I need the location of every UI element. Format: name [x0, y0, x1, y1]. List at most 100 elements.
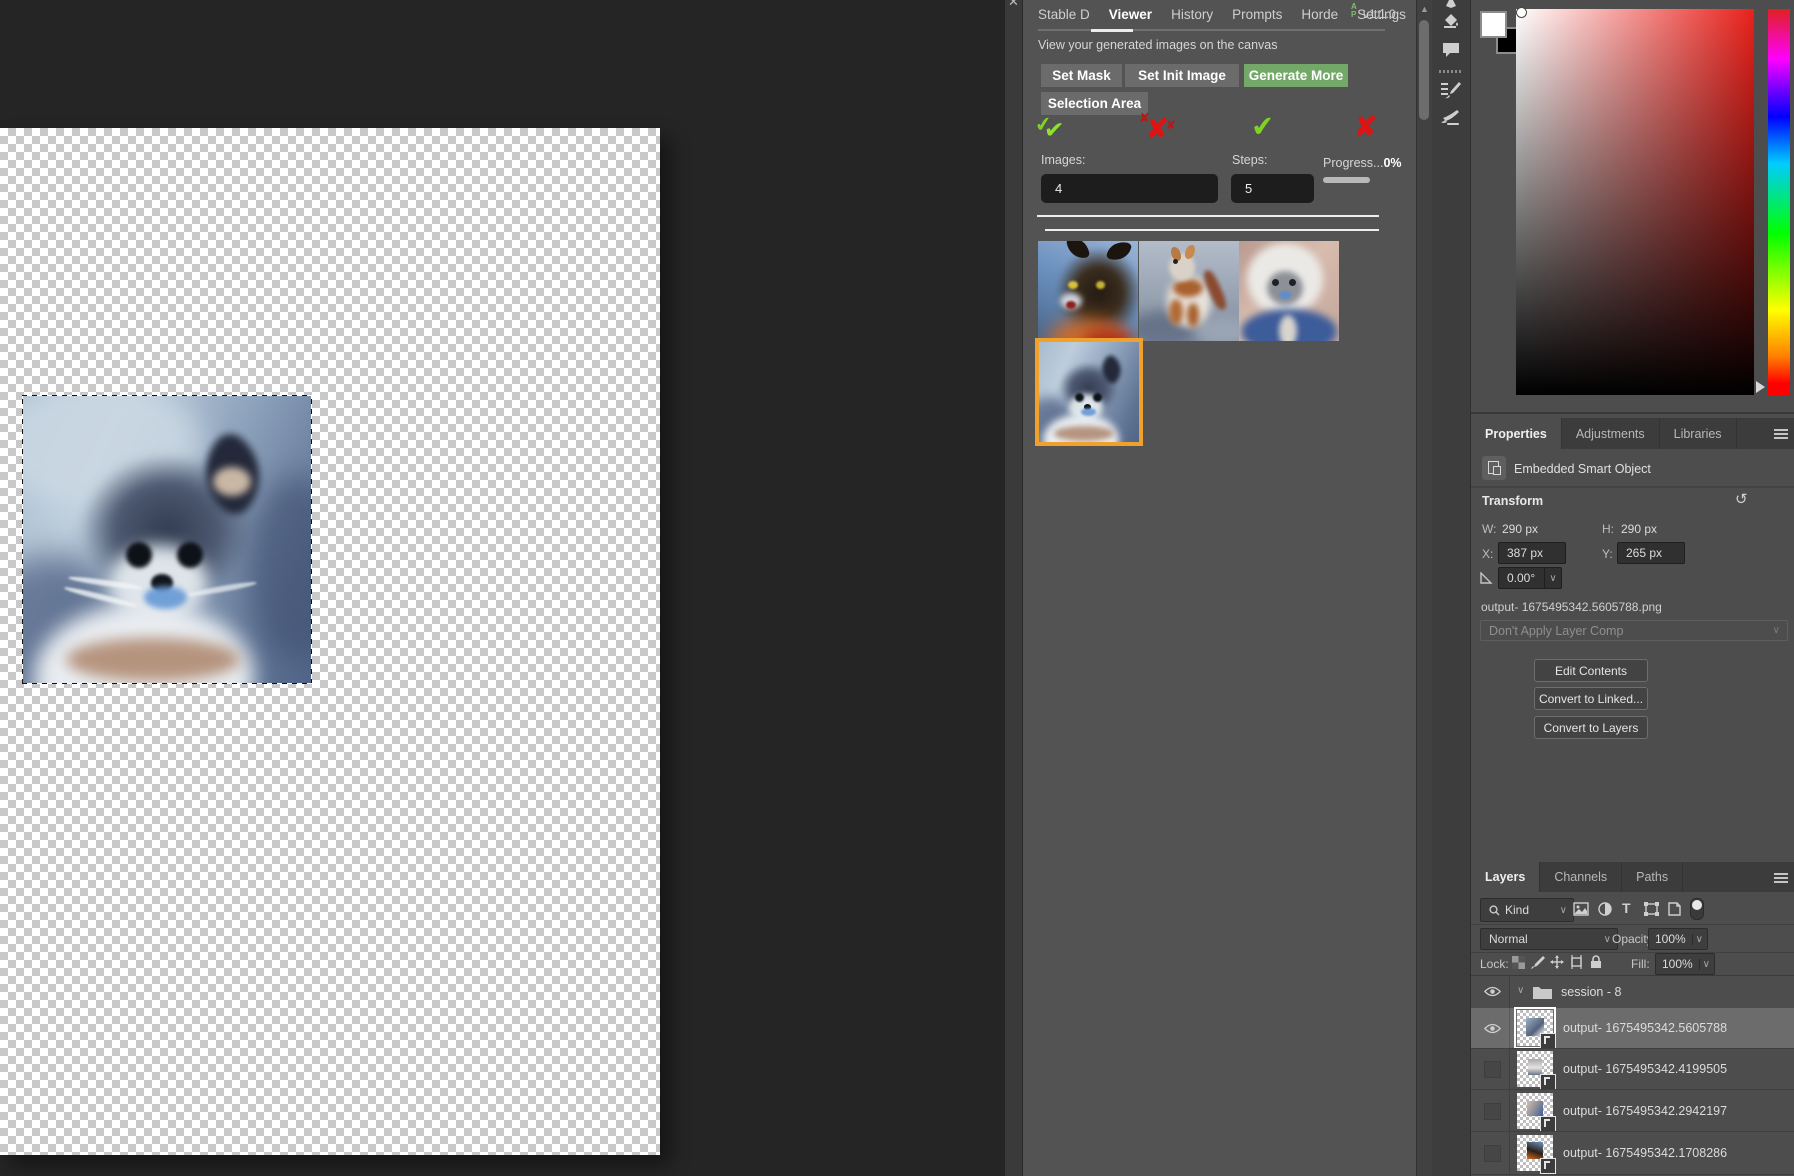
layer-name: output- 1675495342.5605788 [1563, 1021, 1727, 1035]
layer-comp-dropdown[interactable]: Don't Apply Layer Comp ∨ [1480, 620, 1788, 641]
kind-filter-dropdown[interactable]: Kind ∨ [1480, 898, 1574, 922]
tab-properties[interactable]: Properties [1471, 418, 1562, 449]
edit-contents-button[interactable]: Edit Contents [1534, 659, 1648, 682]
hue-slider-pointer[interactable] [1756, 381, 1765, 393]
images-count-input[interactable] [1041, 174, 1218, 203]
dock-drag-handle[interactable] [1439, 70, 1463, 73]
foreground-color-swatch[interactable] [1480, 11, 1507, 38]
ap-badge-icon: AP [1351, 3, 1357, 19]
convert-to-layers-button[interactable]: Convert to Layers [1534, 716, 1648, 739]
y-input[interactable]: 265 px [1617, 542, 1685, 564]
opacity-dropdown[interactable]: 100% ∨ [1648, 928, 1708, 950]
tab-paths[interactable]: Paths [1622, 862, 1683, 892]
lock-transparency-icon[interactable] [1512, 956, 1525, 969]
generated-thumbnail-3[interactable] [1239, 241, 1339, 341]
generate-more-button[interactable]: Generate More [1244, 64, 1348, 87]
filter-toggle-switch[interactable] [1690, 898, 1704, 920]
reset-transform-icon[interactable]: ↺ [1735, 490, 1748, 508]
smart-object-icon [1482, 456, 1506, 480]
layer-name: output- 1675495342.4199505 [1563, 1062, 1727, 1076]
layers-menu-icon[interactable] [1774, 871, 1788, 883]
color-selector-ring[interactable] [1516, 7, 1527, 18]
tab-adjustments[interactable]: Adjustments [1562, 418, 1660, 449]
tab-history[interactable]: History [1171, 0, 1213, 28]
pen-icon[interactable] [1443, 0, 1459, 8]
angle-dropdown[interactable]: ∨ [1544, 567, 1562, 589]
layer-thumbnail[interactable] [1517, 1051, 1553, 1087]
angle-icon [1480, 572, 1493, 584]
tab-prompts[interactable]: Prompts [1232, 0, 1282, 28]
hue-slider[interactable] [1768, 9, 1790, 395]
paint-bucket-icon[interactable] [1442, 14, 1460, 30]
layer-thumbnail[interactable] [1517, 1093, 1553, 1129]
column-divider [1509, 976, 1510, 1008]
set-init-image-button[interactable]: Set Init Image [1125, 64, 1239, 87]
blend-mode-dropdown[interactable]: Normal ∨ [1480, 928, 1618, 950]
fill-dropdown[interactable]: 100% ∨ [1655, 953, 1715, 975]
filter-shape-layers-icon[interactable] [1644, 902, 1659, 916]
layer-row[interactable]: output- 1675495342.4199505 [1471, 1049, 1794, 1089]
filter-pixel-layers-icon[interactable] [1573, 902, 1589, 916]
progress-value: 0% [1383, 156, 1401, 170]
properties-tabbar: Properties Adjustments Libraries [1471, 418, 1794, 449]
layer-row[interactable]: output- 1675495342.2942197 [1471, 1090, 1794, 1131]
layer-row-selected[interactable]: output- 1675495342.5605788 [1471, 1008, 1794, 1048]
y-label: Y: [1602, 547, 1613, 561]
group-expand-chevron[interactable]: ∨ [1517, 985, 1524, 996]
generated-thumbnail-4-selected[interactable] [1035, 338, 1143, 446]
plugin-scrollbar[interactable]: ▲ [1416, 0, 1432, 1176]
layer-name: output- 1675495342.1708286 [1563, 1146, 1727, 1160]
smart-object-filename: output- 1675495342.5605788.png [1481, 600, 1662, 614]
convert-to-linked-button[interactable]: Convert to Linked... [1534, 687, 1648, 710]
x-input[interactable]: 387 px [1498, 542, 1566, 564]
visibility-eye-icon[interactable] [1484, 1023, 1501, 1034]
generated-thumbnail-1[interactable] [1038, 241, 1138, 341]
lock-all-icon[interactable] [1590, 955, 1602, 969]
column-divider [1509, 1008, 1510, 1048]
tab-stable-d[interactable]: Stable D [1038, 0, 1090, 28]
layer-group-row[interactable]: ∨ session - 8 [1471, 976, 1794, 1008]
close-icon[interactable]: ✕ [1008, 0, 1019, 10]
lock-pixels-icon[interactable] [1531, 956, 1545, 969]
filter-adjustment-layers-icon[interactable] [1598, 902, 1612, 916]
visibility-toggle-empty[interactable] [1484, 1145, 1501, 1162]
set-mask-button[interactable]: Set Mask [1041, 64, 1122, 87]
layer-thumbnail[interactable] [1517, 1010, 1553, 1046]
layer-name: output- 1675495342.2942197 [1563, 1104, 1727, 1118]
visibility-toggle-empty[interactable] [1484, 1103, 1501, 1120]
divider-line-1 [1037, 215, 1379, 217]
scrollbar-up-arrow[interactable]: ▲ [1420, 4, 1429, 14]
plugin-subtitle: View your generated images on the canvas [1038, 38, 1278, 52]
row-divider [1471, 1174, 1794, 1175]
tab-layers[interactable]: Layers [1471, 862, 1540, 892]
brush-settings-icon[interactable] [1441, 82, 1461, 100]
comment-icon[interactable] [1442, 42, 1460, 58]
tab-channels[interactable]: Channels [1540, 862, 1622, 892]
filter-type-layers-icon[interactable]: T [1622, 900, 1631, 916]
tab-libraries[interactable]: Libraries [1660, 418, 1737, 449]
visibility-eye-icon[interactable] [1484, 986, 1501, 997]
lock-position-icon[interactable] [1550, 955, 1564, 969]
visibility-toggle-empty[interactable] [1484, 1061, 1501, 1078]
h-label: H: [1602, 522, 1614, 536]
properties-menu-icon[interactable] [1774, 427, 1788, 439]
progress-text: Progress... [1323, 156, 1383, 170]
scrollbar-thumb[interactable] [1419, 20, 1429, 120]
ready-check-icon: ✔ [1250, 109, 1276, 144]
fill-value: 100% [1662, 957, 1693, 971]
steps-input[interactable] [1231, 174, 1314, 203]
layer-row[interactable]: output- 1675495342.1708286 [1471, 1132, 1794, 1174]
lock-artboard-icon[interactable] [1569, 955, 1584, 969]
canvas-work-area[interactable] [0, 0, 1005, 1176]
row-divider [1471, 952, 1794, 953]
steps-label: Steps: [1232, 153, 1267, 167]
tab-viewer[interactable]: Viewer [1109, 0, 1152, 28]
filter-smart-objects-icon[interactable] [1668, 902, 1681, 916]
tab-horde[interactable]: Horde [1301, 0, 1338, 28]
placed-smart-object-image[interactable] [22, 395, 312, 684]
section-divider [1471, 486, 1794, 488]
generated-thumbnail-2[interactable] [1139, 241, 1239, 341]
layer-thumbnail[interactable] [1517, 1135, 1553, 1171]
brushes-icon[interactable] [1441, 108, 1461, 126]
saturation-value-field[interactable] [1516, 9, 1754, 395]
